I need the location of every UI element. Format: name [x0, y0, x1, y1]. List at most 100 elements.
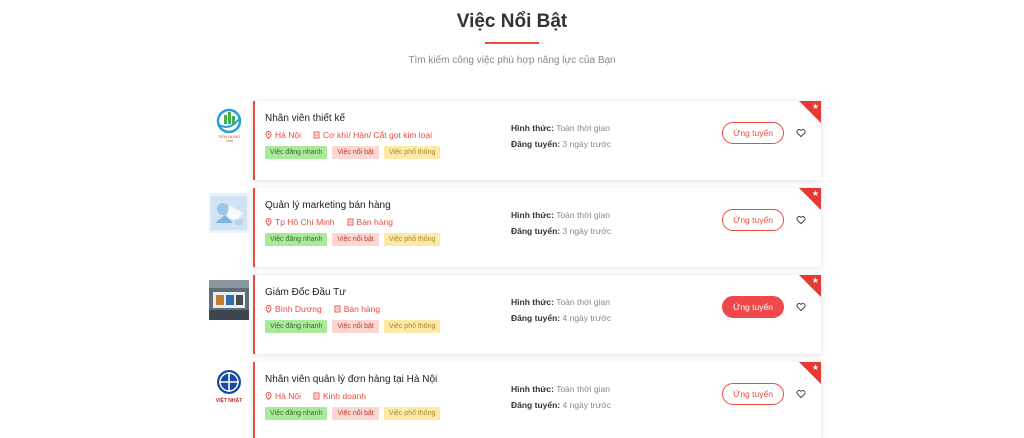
apply-button[interactable]: Ứng tuyển: [722, 122, 784, 144]
location-pin-icon: [265, 305, 272, 313]
logo-text: VIỆT NHẬT: [216, 396, 242, 404]
location-label: Hà Nội: [275, 130, 301, 140]
posted-value: 4 ngày trước: [562, 313, 612, 323]
apply-button[interactable]: Ứng tuyển: [722, 383, 784, 405]
job-posted-info: Đăng tuyển: 3 ngày trước: [511, 226, 611, 236]
apply-button[interactable]: Ứng tuyển: [722, 209, 784, 231]
posted-label: Đăng tuyển:: [511, 313, 561, 323]
tag-featured[interactable]: Việc nổi bật: [332, 146, 379, 159]
svg-text:.COM: .COM: [225, 139, 233, 143]
job-card[interactable]: Giám Đốc Đầu Tư Bình Dương Bán hàng Việc…: [253, 275, 821, 354]
job-card[interactable]: Nhân viên thiết kế Hà Nội Cơ khí/ Hàn/ C…: [253, 101, 821, 180]
tag-fast[interactable]: Việc đăng nhanh: [265, 407, 328, 420]
job-location: Bình Dương: [265, 304, 322, 314]
tag-general[interactable]: Việc phổ thông: [383, 407, 441, 420]
category-icon: [334, 305, 341, 313]
posted-value: 3 ngày trước: [562, 226, 612, 236]
job-listing: Giám Đốc Đầu Tư Bình Dương Bán hàng Việc…: [209, 275, 821, 354]
job-location: Tp Hồ Chí Minh: [265, 217, 335, 227]
title-underline: [485, 42, 539, 44]
location-pin-icon: [265, 131, 272, 139]
section-subtitle: Tìm kiếm công việc phù hợp năng lực của …: [408, 55, 616, 66]
location-label: Bình Dương: [275, 304, 322, 314]
posted-label: Đăng tuyển:: [511, 400, 561, 410]
job-title[interactable]: Nhân viên quản lý đơn hàng tại Hà Nội: [265, 374, 437, 385]
star-icon: ★: [811, 102, 819, 111]
heart-icon[interactable]: [796, 128, 806, 138]
location-pin-icon: [265, 218, 272, 226]
job-meta: Hà Nội Kinh doanh: [265, 391, 366, 401]
category-label: Cơ khí/ Hàn/ Cắt gọt kim loại: [322, 130, 433, 140]
job-meta: Hà Nội Cơ khí/ Hàn/ Cắt gọt kim loại: [265, 130, 432, 140]
heart-icon[interactable]: [796, 215, 806, 225]
job-category: Kinh doanh: [313, 391, 366, 401]
location-pin-icon: [265, 392, 272, 400]
company-logo-tien-hung[interactable]: TIẾN HƯNG .COM: [209, 106, 249, 146]
star-icon: ★: [811, 189, 819, 198]
tag-general[interactable]: Việc phổ thông: [383, 233, 441, 246]
company-logo-marketing[interactable]: [209, 193, 249, 233]
job-form-info: Hình thức: Toàn thời gian: [511, 123, 610, 133]
posted-value: 4 ngày trước: [562, 400, 612, 410]
job-title[interactable]: Quản lý marketing bán hàng: [265, 200, 391, 211]
apply-button[interactable]: Ứng tuyển: [722, 296, 784, 318]
job-listing: Quản lý marketing bán hàng Tp Hồ Chí Min…: [209, 188, 821, 267]
tag-featured[interactable]: Việc nổi bật: [332, 407, 379, 420]
company-logo-viet-nhat[interactable]: VIỆT NHẬT: [209, 367, 249, 407]
tag-fast[interactable]: Việc đăng nhanh: [265, 146, 328, 159]
form-label: Hình thức:: [511, 297, 554, 307]
job-meta: Bình Dương Bán hàng: [265, 304, 380, 314]
job-listing: TIẾN HƯNG .COM Nhân viên thiết kế Hà Nội…: [209, 101, 821, 180]
form-value: Toàn thời gian: [556, 210, 610, 220]
job-listing: VIỆT NHẬT Nhân viên quản lý đơn hàng tại…: [209, 362, 821, 438]
job-category: Bán hàng: [347, 217, 393, 227]
job-location: Hà Nội: [265, 130, 301, 140]
job-location: Hà Nội: [265, 391, 301, 401]
location-label: Tp Hồ Chí Minh: [275, 217, 335, 227]
category-label: Bán hàng: [343, 304, 381, 314]
job-tags: Việc đăng nhanh Việc nổi bật Việc phổ th…: [265, 233, 441, 246]
job-posted-info: Đăng tuyển: 3 ngày trước: [511, 139, 611, 149]
job-tags: Việc đăng nhanh Việc nổi bật Việc phổ th…: [265, 146, 441, 159]
tag-featured[interactable]: Việc nổi bật: [332, 233, 379, 246]
job-title[interactable]: Giám Đốc Đầu Tư: [265, 287, 346, 298]
job-form-info: Hình thức: Toàn thời gian: [511, 384, 610, 394]
category-icon: [313, 131, 320, 139]
job-form-info: Hình thức: Toàn thời gian: [511, 210, 610, 220]
form-label: Hình thức:: [511, 123, 554, 133]
star-icon: ★: [811, 363, 819, 372]
form-value: Toàn thời gian: [556, 384, 610, 394]
form-value: Toàn thời gian: [556, 123, 610, 133]
tag-general[interactable]: Việc phổ thông: [383, 146, 441, 159]
job-tags: Việc đăng nhanh Việc nổi bật Việc phổ th…: [265, 320, 441, 333]
location-label: Hà Nội: [275, 391, 301, 401]
posted-value: 3 ngày trước: [562, 139, 612, 149]
posted-label: Đăng tuyển:: [511, 139, 561, 149]
job-form-info: Hình thức: Toàn thời gian: [511, 297, 610, 307]
section-title: Việc Nổi Bật: [456, 11, 568, 32]
tag-featured[interactable]: Việc nổi bật: [332, 320, 379, 333]
posted-label: Đăng tuyển:: [511, 226, 561, 236]
job-posted-info: Đăng tuyển: 4 ngày trước: [511, 313, 611, 323]
company-logo-building[interactable]: [209, 280, 249, 320]
job-meta: Tp Hồ Chí Minh Bán hàng: [265, 217, 393, 227]
heart-icon[interactable]: [796, 302, 806, 312]
job-card[interactable]: Nhân viên quản lý đơn hàng tại Hà Nội Hà…: [253, 362, 821, 438]
job-card[interactable]: Quản lý marketing bán hàng Tp Hồ Chí Min…: [253, 188, 821, 267]
job-title[interactable]: Nhân viên thiết kế: [265, 113, 345, 124]
heart-icon[interactable]: [796, 389, 806, 399]
form-label: Hình thức:: [511, 384, 554, 394]
form-value: Toàn thời gian: [556, 297, 610, 307]
tag-general[interactable]: Việc phổ thông: [383, 320, 441, 333]
category-label: Kinh doanh: [322, 391, 366, 401]
star-icon: ★: [811, 276, 819, 285]
category-icon: [347, 218, 353, 226]
tag-fast[interactable]: Việc đăng nhanh: [265, 320, 328, 333]
job-posted-info: Đăng tuyển: 4 ngày trước: [511, 400, 611, 410]
tag-fast[interactable]: Việc đăng nhanh: [265, 233, 328, 246]
form-label: Hình thức:: [511, 210, 554, 220]
category-label: Bán hàng: [356, 217, 393, 227]
job-tags: Việc đăng nhanh Việc nổi bật Việc phổ th…: [265, 407, 441, 420]
job-category: Bán hàng: [334, 304, 380, 314]
job-category: Cơ khí/ Hàn/ Cắt gọt kim loại: [313, 130, 432, 140]
